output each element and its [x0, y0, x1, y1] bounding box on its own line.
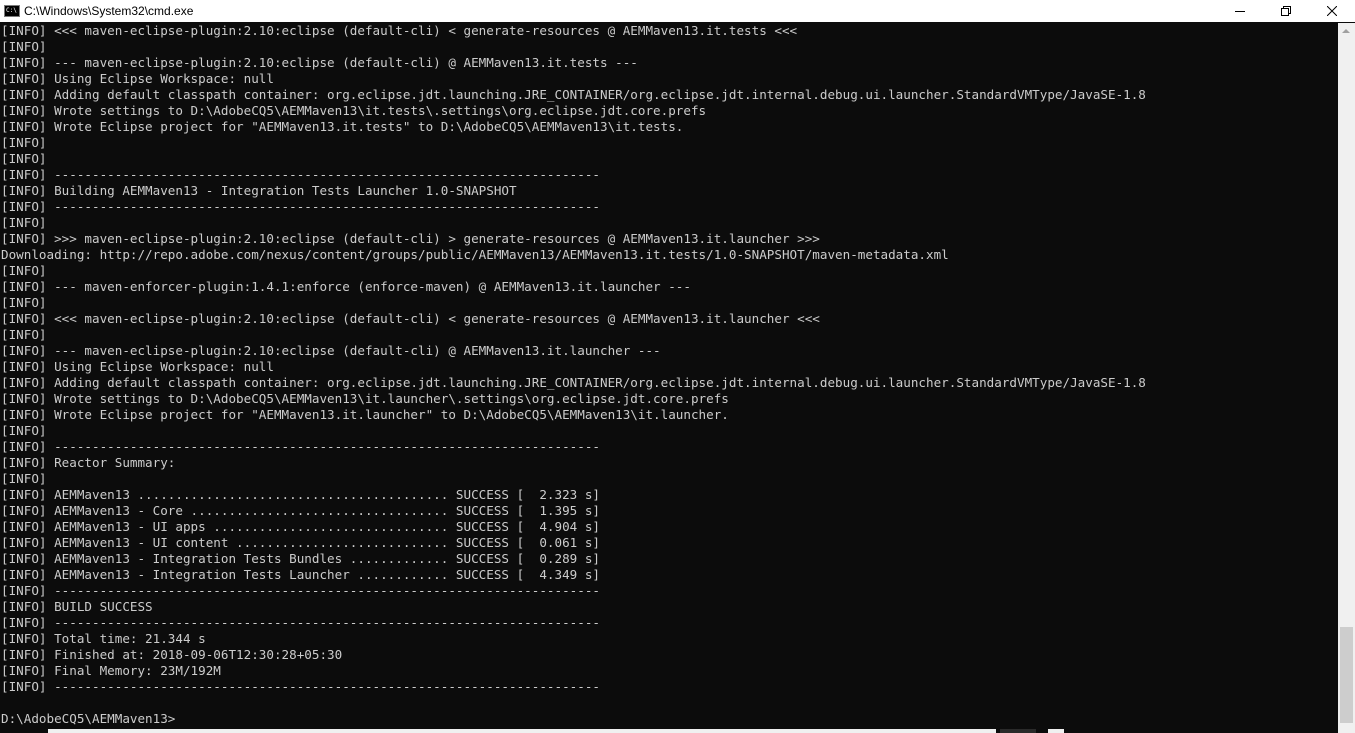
console-line: [INFO]: [1, 423, 47, 438]
horizontal-scrollbar-segment: [1048, 729, 1064, 733]
console-line: [INFO] AEMMaven13 - Core ...............…: [1, 503, 600, 518]
console-line: [INFO] Adding default classpath containe…: [1, 375, 1146, 390]
console-line: [INFO] AEMMaven13 - Integration Tests La…: [1, 567, 600, 582]
console-line: [INFO]: [1, 39, 47, 54]
console-line: [INFO] ---------------------------------…: [1, 199, 600, 214]
console-line: [INFO] Using Eclipse Workspace: null: [1, 359, 274, 374]
console-line: [INFO]: [1, 263, 47, 278]
console-line: [INFO] AEMMaven13 - Integration Tests Bu…: [1, 551, 600, 566]
console-line: [INFO] AEMMaven13 ......................…: [1, 487, 600, 502]
console-line: [INFO] ---------------------------------…: [1, 615, 600, 630]
console-line: [INFO] Building AEMMaven13 - Integration…: [1, 183, 517, 198]
console-line: [INFO] <<< maven-eclipse-plugin:2.10:ecl…: [1, 23, 798, 38]
horizontal-scrollbar-segment: [1000, 729, 1036, 733]
console-line: [INFO] ---------------------------------…: [1, 679, 600, 694]
close-button[interactable]: [1309, 0, 1355, 22]
console-line: [INFO] Final Memory: 23M/192M: [1, 663, 221, 678]
console-line: [INFO] AEMMaven13 - UI content .........…: [1, 535, 600, 550]
console-output[interactable]: [INFO] <<< maven-eclipse-plugin:2.10:ecl…: [0, 23, 1338, 729]
console-line: [INFO] Total time: 21.344 s: [1, 631, 206, 646]
console-line: [INFO] Reactor Summary:: [1, 455, 176, 470]
console-line: [INFO]: [1, 295, 47, 310]
console-line: [INFO] --- maven-eclipse-plugin:2.10:ecl…: [1, 343, 661, 358]
console-line: [INFO] AEMMaven13 - UI apps ............…: [1, 519, 600, 534]
window-controls: [1217, 0, 1355, 22]
console-line: [INFO] Wrote Eclipse project for "AEMMav…: [1, 407, 729, 422]
title-bar[interactable]: C:\ C:\Windows\System32\cmd.exe: [0, 0, 1355, 22]
console-line: D:\AdobeCQ5\AEMMaven13>: [1, 711, 176, 726]
vertical-scrollbar[interactable]: [1338, 23, 1355, 733]
console-line: [INFO] --- maven-enforcer-plugin:1.4.1:e…: [1, 279, 691, 294]
console-line: [INFO] ---------------------------------…: [1, 167, 600, 182]
console-line: [INFO] Using Eclipse Workspace: null: [1, 71, 274, 86]
scrollbar-thumb[interactable]: [1340, 627, 1353, 723]
console-line: [INFO] Wrote settings to D:\AdobeCQ5\AEM…: [1, 391, 729, 406]
maximize-button[interactable]: [1263, 0, 1309, 22]
console-line: [INFO] Wrote Eclipse project for "AEMMav…: [1, 119, 684, 134]
cmd-window: C:\ C:\Windows\System32\cmd.exe [INFO] <…: [0, 0, 1355, 733]
console-line: [INFO] Finished at: 2018-09-06T12:30:28+…: [1, 647, 343, 662]
console-line: [INFO]: [1, 151, 47, 166]
console-line: [INFO] ---------------------------------…: [1, 583, 600, 598]
console-line: [INFO]: [1, 327, 47, 342]
minimize-button[interactable]: [1217, 0, 1263, 22]
console-line: [INFO] BUILD SUCCESS: [1, 599, 153, 614]
console-line: [INFO] Wrote settings to D:\AdobeCQ5\AEM…: [1, 103, 707, 118]
console-line: [INFO] >>> maven-eclipse-plugin:2.10:ecl…: [1, 231, 820, 246]
window-title: C:\Windows\System32\cmd.exe: [24, 4, 194, 18]
console-line: [INFO] --- maven-eclipse-plugin:2.10:ecl…: [1, 55, 638, 70]
minimize-icon: [1235, 11, 1245, 12]
console-line: [INFO] ---------------------------------…: [1, 439, 600, 454]
console-line: [INFO]: [1, 471, 47, 486]
console-line: [INFO] Adding default classpath containe…: [1, 87, 1146, 102]
maximize-icon: [1281, 6, 1291, 16]
console-line: [INFO]: [1, 135, 47, 150]
console-line: Downloading: http://repo.adobe.com/nexus…: [1, 247, 949, 262]
console-line: [INFO]: [1, 215, 47, 230]
horizontal-scrollbar[interactable]: [0, 729, 1338, 733]
scroll-up-icon[interactable]: [1342, 29, 1350, 33]
close-icon: [1327, 6, 1337, 16]
cmd-icon: C:\: [4, 5, 20, 17]
console-line: [INFO] <<< maven-eclipse-plugin:2.10:ecl…: [1, 311, 820, 326]
horizontal-scrollbar-track[interactable]: [48, 729, 996, 733]
